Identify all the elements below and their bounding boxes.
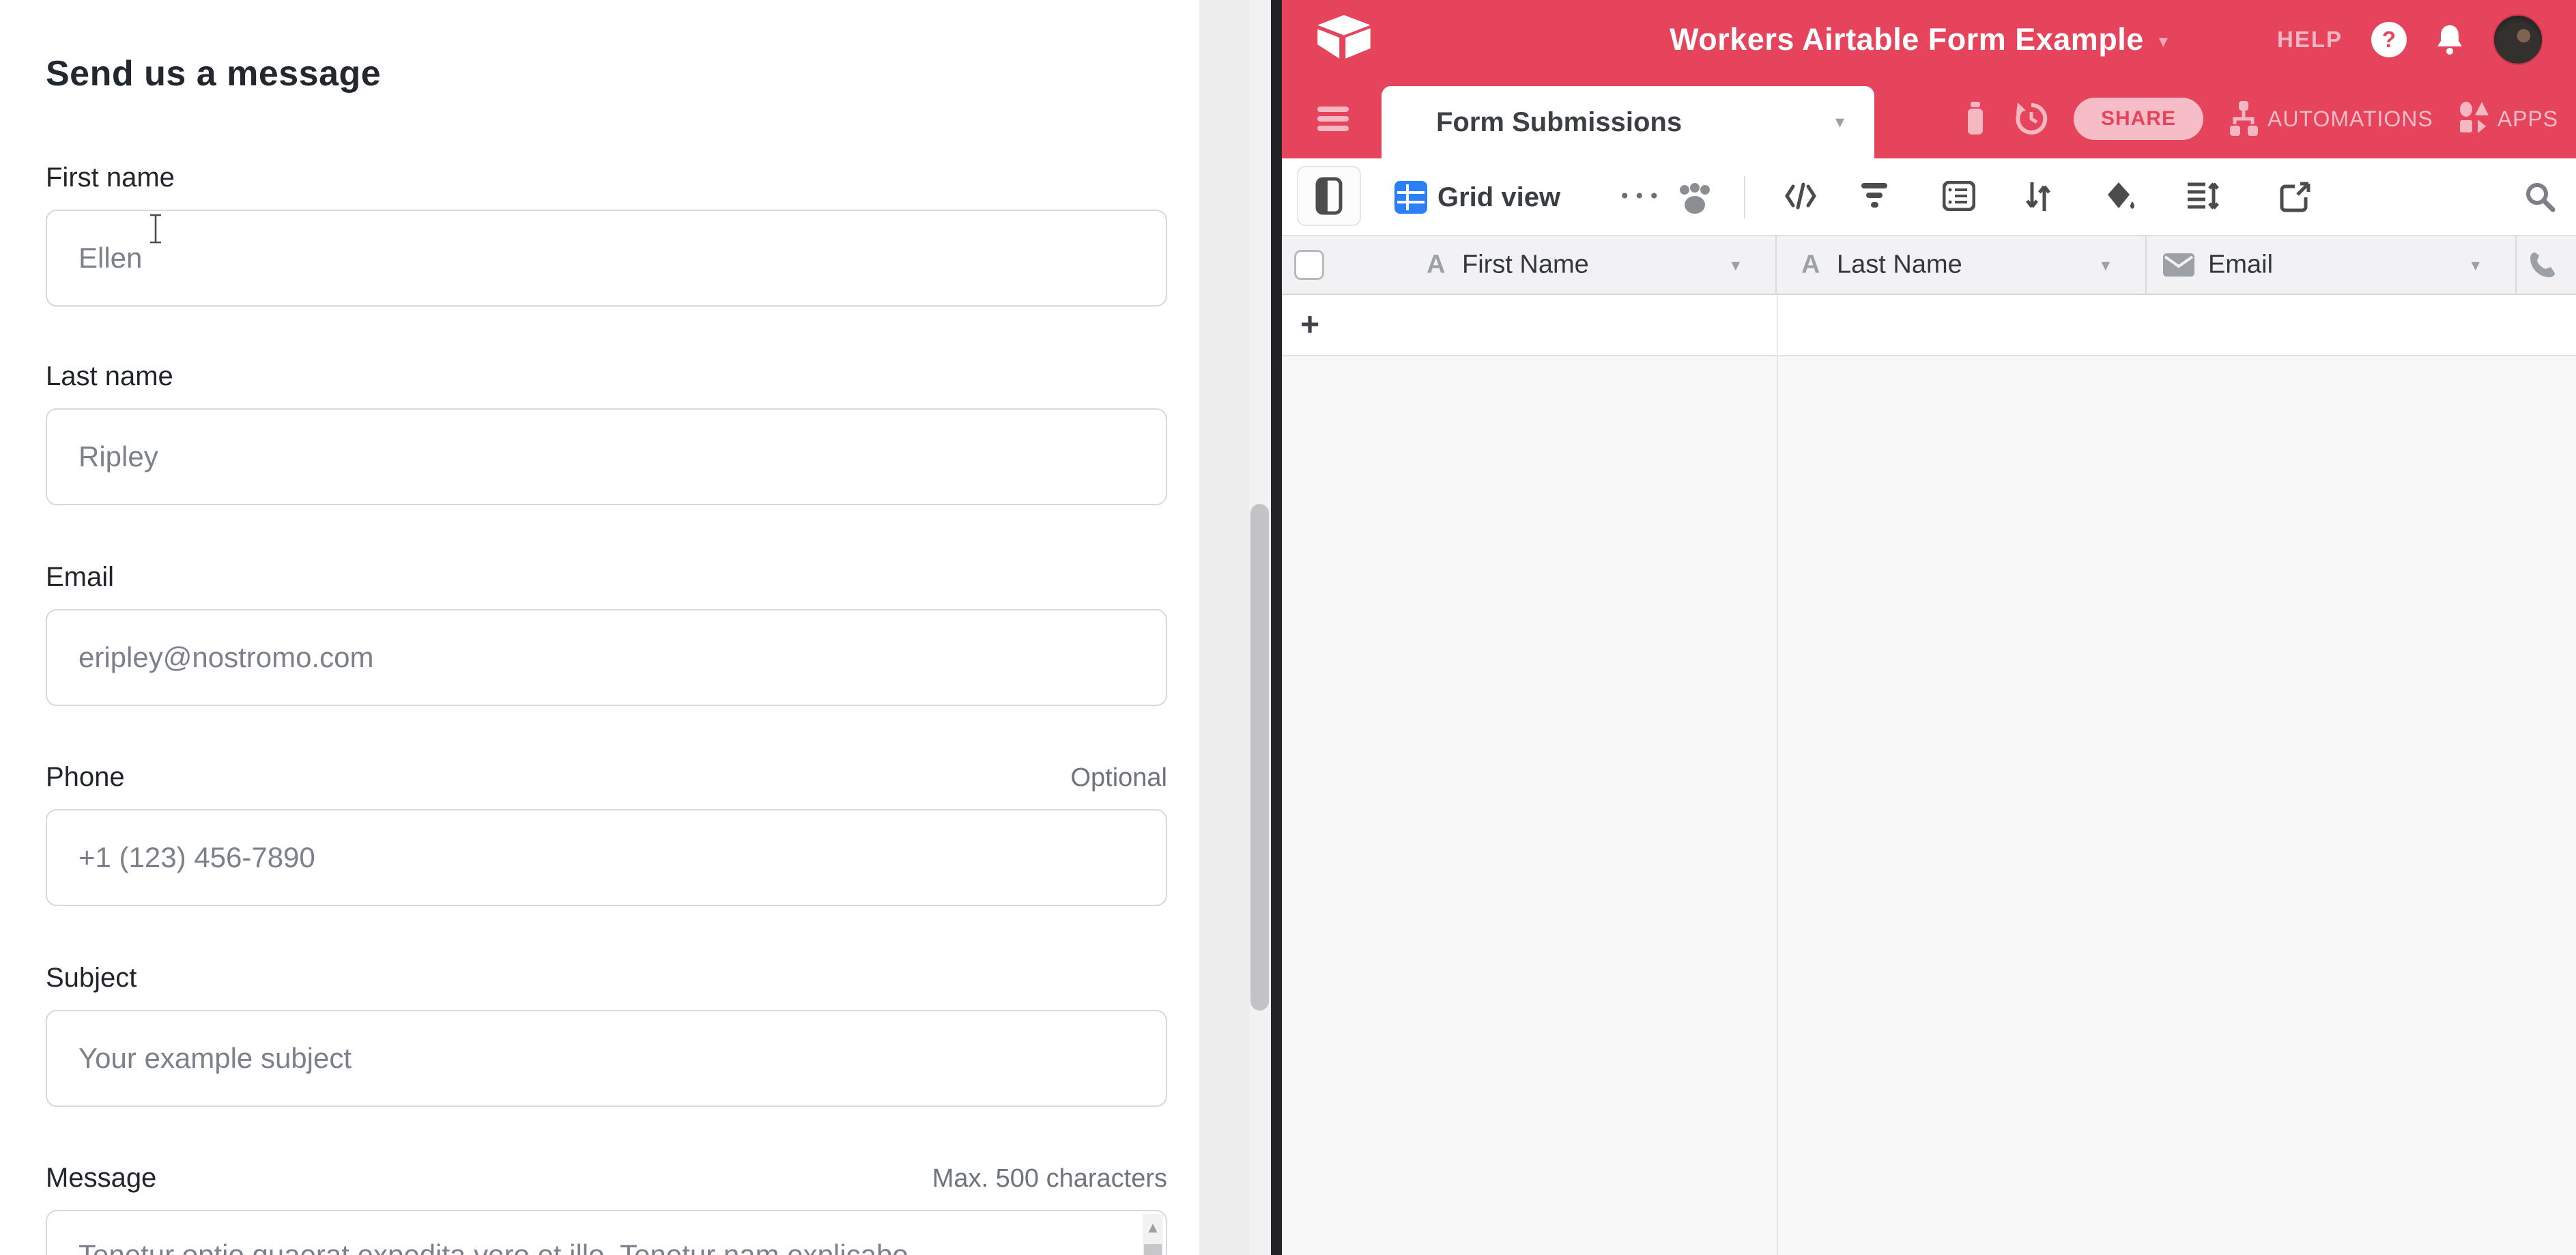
color-icon[interactable] [2105,181,2136,212]
column-dropdown-caret-icon[interactable]: ▾ [2101,255,2110,275]
select-all-checkbox[interactable] [1294,250,1324,280]
view-sidebar-toggle-button[interactable] [1297,166,1361,226]
grid-view-icon[interactable] [1394,181,1427,214]
message-placeholder-text: Tenetur optio quaerat expedita vero et i… [78,1239,908,1255]
add-record-row[interactable]: + [1282,295,2576,356]
contact-form-window: Send us a message First name Last name E… [0,0,1199,1255]
automations-label: AUTOMATIONS [2267,107,2433,132]
column-header-phone[interactable]: Phone [2517,236,2576,294]
text-field-type-icon: A [1801,251,1820,280]
topbar-right-cluster: HELP ? [2277,0,2543,79]
window-divider [1271,0,1282,1255]
history-icon[interactable] [2015,101,2048,137]
tab-caret-icon[interactable]: ▾ [1835,112,1844,132]
email-field-group: Email [46,562,1167,706]
automations-button[interactable]: AUTOMATIONS [2229,101,2433,137]
trash-icon[interactable] [1962,102,1989,136]
column-header-email[interactable]: Email ▾ [2147,236,2517,294]
message-scrollbar[interactable]: ▲ [1143,1214,1163,1255]
subject-input[interactable] [46,1010,1167,1107]
toolbar-divider [1744,176,1745,218]
tables-menu-icon[interactable] [1317,107,1349,131]
airtable-topbar: Workers Airtable Form Example ▾ HELP ? [1282,0,2576,79]
column-name: First Name [1462,251,1589,280]
row-height-icon[interactable] [2186,181,2219,211]
form-title: Send us a message [46,53,381,94]
help-button[interactable]: HELP [2277,27,2343,53]
hide-fields-icon[interactable] [1785,181,1816,211]
last-name-input[interactable] [46,408,1167,505]
base-title: Workers Airtable Form Example [1670,22,2144,57]
group-icon[interactable] [1943,181,1975,211]
phone-field-type-icon [2529,251,2556,279]
first-name-input[interactable] [46,210,1167,307]
message-label: Message [46,1163,156,1194]
message-textarea[interactable]: Tenetur optio quaerat expedita vero et i… [46,1210,1167,1255]
message-scrollbar-thumb[interactable] [1144,1244,1162,1255]
tab-form-submissions-label: Form Submissions [1436,86,1682,158]
sort-icon[interactable] [2024,181,2052,212]
airtable-logo-icon[interactable] [1317,15,1371,60]
filter-icon[interactable] [1860,181,1889,210]
last-name-label: Last name [46,361,173,392]
table-header-row: A First Name ▾ A Last Name ▾ Email ▾ Pho… [1282,236,2576,295]
subject-label: Subject [46,963,137,993]
message-maxlength-hint: Max. 500 characters [932,1164,1167,1194]
column-name: Last Name [1837,251,1962,280]
apps-label: APPS [2498,107,2558,132]
phone-label: Phone [46,762,125,793]
column-dropdown-caret-icon[interactable]: ▾ [1731,255,1740,275]
tab-form-submissions[interactable]: Form Submissions ▾ [1382,86,1874,158]
tabbar-actions: SHARE AUTOMATIONS APPS [1962,79,2558,158]
column-dropdown-caret-icon[interactable]: ▾ [2471,255,2480,275]
airtable-tabbar: Form Submissions ▾ SHARE AUT [1282,79,2576,158]
view-name-label[interactable]: Grid view [1437,158,1560,236]
email-label: Email [46,562,114,593]
phone-field-group: Phone Optional [46,762,1167,906]
automations-icon [2229,101,2259,137]
phone-optional-hint: Optional [1070,763,1167,793]
column-name: Email [2208,251,2273,280]
sidebar-toggle-icon [1315,177,1343,215]
base-title-caret-icon: ▾ [2159,27,2168,52]
apps-icon [2459,102,2489,136]
add-record-plus-icon[interactable]: + [1300,307,1319,344]
page-gutter [1199,0,1249,1255]
column-header-first-name[interactable]: A First Name ▾ [1282,236,1777,294]
email-input[interactable] [46,609,1167,706]
view-options-ellipsis-icon[interactable]: ••• [1619,158,1663,234]
share-button[interactable]: SHARE [2074,98,2203,140]
phone-input[interactable] [46,809,1167,906]
first-name-label: First name [46,163,175,193]
last-name-field-group: Last name [46,361,1167,505]
apps-button[interactable]: APPS [2459,102,2558,136]
column-header-last-name[interactable]: A Last Name ▾ [1777,236,2147,294]
frozen-column-divider [1777,356,1778,1255]
email-field-type-icon [2163,253,2194,277]
browser-scrollbar-thumb[interactable] [1250,504,1269,1011]
search-icon[interactable] [2524,181,2556,212]
base-title-menu[interactable]: Workers Airtable Form Example ▾ [1670,0,2168,79]
collaborators-icon[interactable] [1676,183,1712,214]
message-field-group: Message Max. 500 characters Tenetur opti… [46,1163,1167,1255]
frozen-column-divider [1777,295,1778,355]
user-avatar[interactable] [2493,14,2543,65]
text-field-type-icon: A [1427,251,1445,280]
first-name-field-group: First name [46,163,1167,307]
view-toolbar: Grid view ••• [1282,158,2576,236]
notifications-bell-icon[interactable] [2435,24,2464,55]
airtable-window: Workers Airtable Form Example ▾ HELP ? F… [1282,0,2576,1255]
share-view-icon[interactable] [2280,181,2311,212]
scroll-up-arrow-icon[interactable]: ▲ [1143,1221,1163,1235]
text-cursor-icon [147,213,164,244]
help-question-icon[interactable]: ? [2371,22,2407,57]
subject-field-group: Subject [46,963,1167,1107]
